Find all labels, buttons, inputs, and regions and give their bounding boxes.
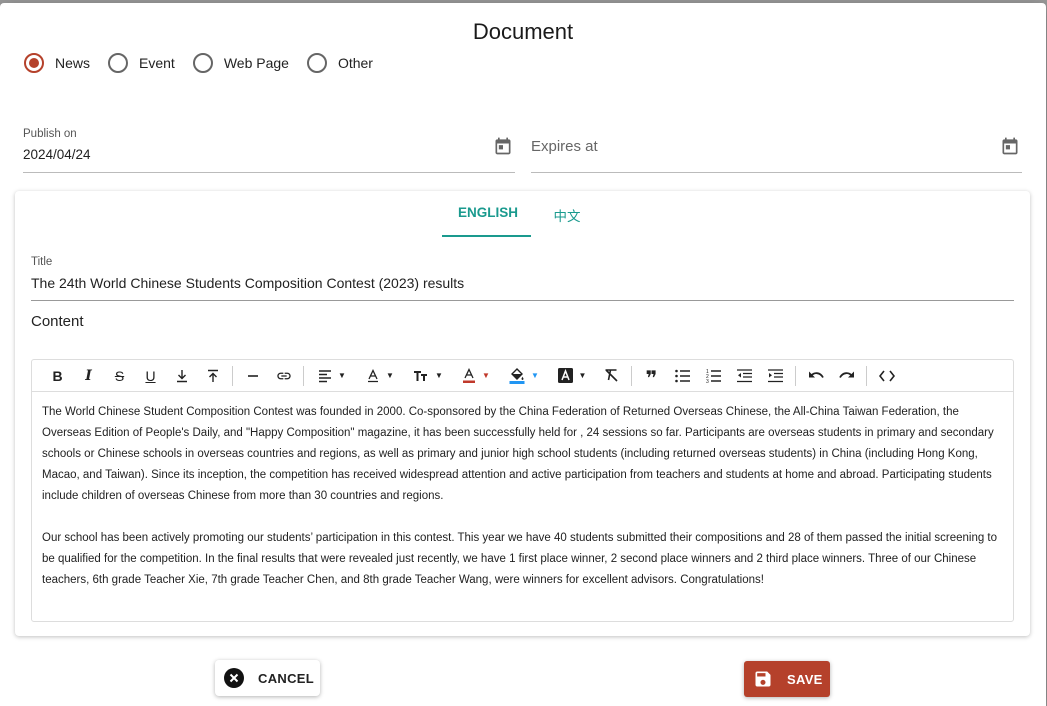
publish-date-value: 2024/04/24: [23, 147, 91, 162]
font-icon[interactable]: ▼: [356, 362, 404, 390]
editor-toolbar: B I S U ▼ ▼ ▼ ▼ ▼ ▼ ❞ 1 2 3: [32, 360, 1013, 392]
dialog-title: Document: [472, 19, 574, 44]
toolbar-separator: [631, 365, 632, 386]
radio-unchecked-icon: [306, 53, 327, 73]
content-label: Content: [31, 313, 84, 330]
calendar-icon[interactable]: [493, 136, 513, 156]
cancel-button[interactable]: CANCEL: [215, 660, 320, 696]
horizontal-rule-icon[interactable]: [237, 362, 268, 390]
radio-event[interactable]: Event: [108, 53, 175, 73]
toolbar-separator: [795, 365, 796, 386]
outdent-icon[interactable]: [729, 362, 760, 390]
strikethrough-icon[interactable]: S: [104, 362, 135, 390]
save-button[interactable]: SAVE: [744, 661, 830, 697]
radio-unchecked-icon: [108, 53, 129, 73]
rich-text-editor: B I S U ▼ ▼ ▼ ▼ ▼ ▼ ❞ 1 2 3 The World Ch…: [31, 359, 1014, 622]
bullet-list-icon[interactable]: [667, 362, 698, 390]
cancel-icon: [224, 668, 244, 688]
tab-english[interactable]: ENGLISH: [442, 199, 531, 237]
radio-label: Other: [337, 55, 373, 71]
redo-icon[interactable]: [831, 362, 862, 390]
numbered-list-icon[interactable]: 123: [698, 362, 729, 390]
bold-icon[interactable]: B: [42, 362, 73, 390]
publish-date-field[interactable]: Publish on 2024/04/24: [23, 121, 515, 173]
toolbar-separator: [232, 365, 233, 386]
title-input[interactable]: The 24th World Chinese Students Composit…: [31, 275, 464, 291]
publish-date-label: Publish on: [23, 128, 77, 140]
content-paragraph: Our school has been actively promoting o…: [42, 532, 998, 586]
title-field[interactable]: Title The 24th World Chinese Students Co…: [31, 253, 1014, 301]
tab-chinese[interactable]: 中文: [531, 199, 603, 237]
text-color-icon[interactable]: ▼: [452, 362, 500, 390]
cancel-button-label: CANCEL: [258, 670, 314, 686]
clear-format-icon[interactable]: [596, 362, 627, 390]
background-color-icon[interactable]: ▼: [548, 362, 596, 390]
radio-label: Event: [139, 55, 175, 71]
blockquote-icon[interactable]: ❞: [636, 362, 667, 390]
align-icon[interactable]: ▼: [308, 362, 356, 390]
calendar-icon[interactable]: [1000, 136, 1020, 156]
underline-icon[interactable]: U: [135, 362, 166, 390]
radio-web-page[interactable]: Web Page: [192, 53, 289, 73]
svg-text:3: 3: [706, 379, 709, 383]
italic-icon[interactable]: I: [73, 362, 104, 390]
highlight-color-icon[interactable]: ▼: [500, 362, 548, 390]
link-icon[interactable]: [268, 362, 299, 390]
radio-checked-icon: [24, 53, 44, 73]
radio-unchecked-icon: [192, 53, 213, 73]
document-type-radio-group: News Event Web Page Other: [24, 53, 391, 73]
subscript-icon[interactable]: [166, 362, 197, 390]
save-icon: [755, 671, 771, 687]
code-view-icon[interactable]: [871, 362, 902, 390]
indent-icon[interactable]: [760, 362, 791, 390]
toolbar-separator: [866, 365, 867, 386]
content-paragraph: The World Chinese Student Composition Co…: [42, 406, 994, 502]
expires-date-placeholder: Expires at: [531, 138, 598, 155]
undo-icon[interactable]: [800, 362, 831, 390]
font-size-icon[interactable]: ▼: [404, 362, 452, 390]
expires-date-field[interactable]: Expires at: [531, 121, 1022, 173]
document-dialog: Document News Event Web Page Other Publi…: [0, 3, 1046, 706]
radio-other[interactable]: Other: [306, 53, 373, 73]
editor-content-area[interactable]: The World Chinese Student Composition Co…: [32, 392, 1013, 601]
language-tabs: ENGLISH 中文: [15, 199, 1030, 237]
save-button-label: SAVE: [787, 671, 823, 687]
radio-news[interactable]: News: [24, 53, 90, 73]
toolbar-separator: [303, 365, 304, 386]
radio-label: Web Page: [223, 55, 289, 71]
radio-label: News: [55, 55, 91, 71]
content-card: ENGLISH 中文 Title The 24th World Chinese …: [15, 191, 1030, 636]
superscript-icon[interactable]: [197, 362, 228, 390]
title-field-label: Title: [31, 256, 53, 268]
